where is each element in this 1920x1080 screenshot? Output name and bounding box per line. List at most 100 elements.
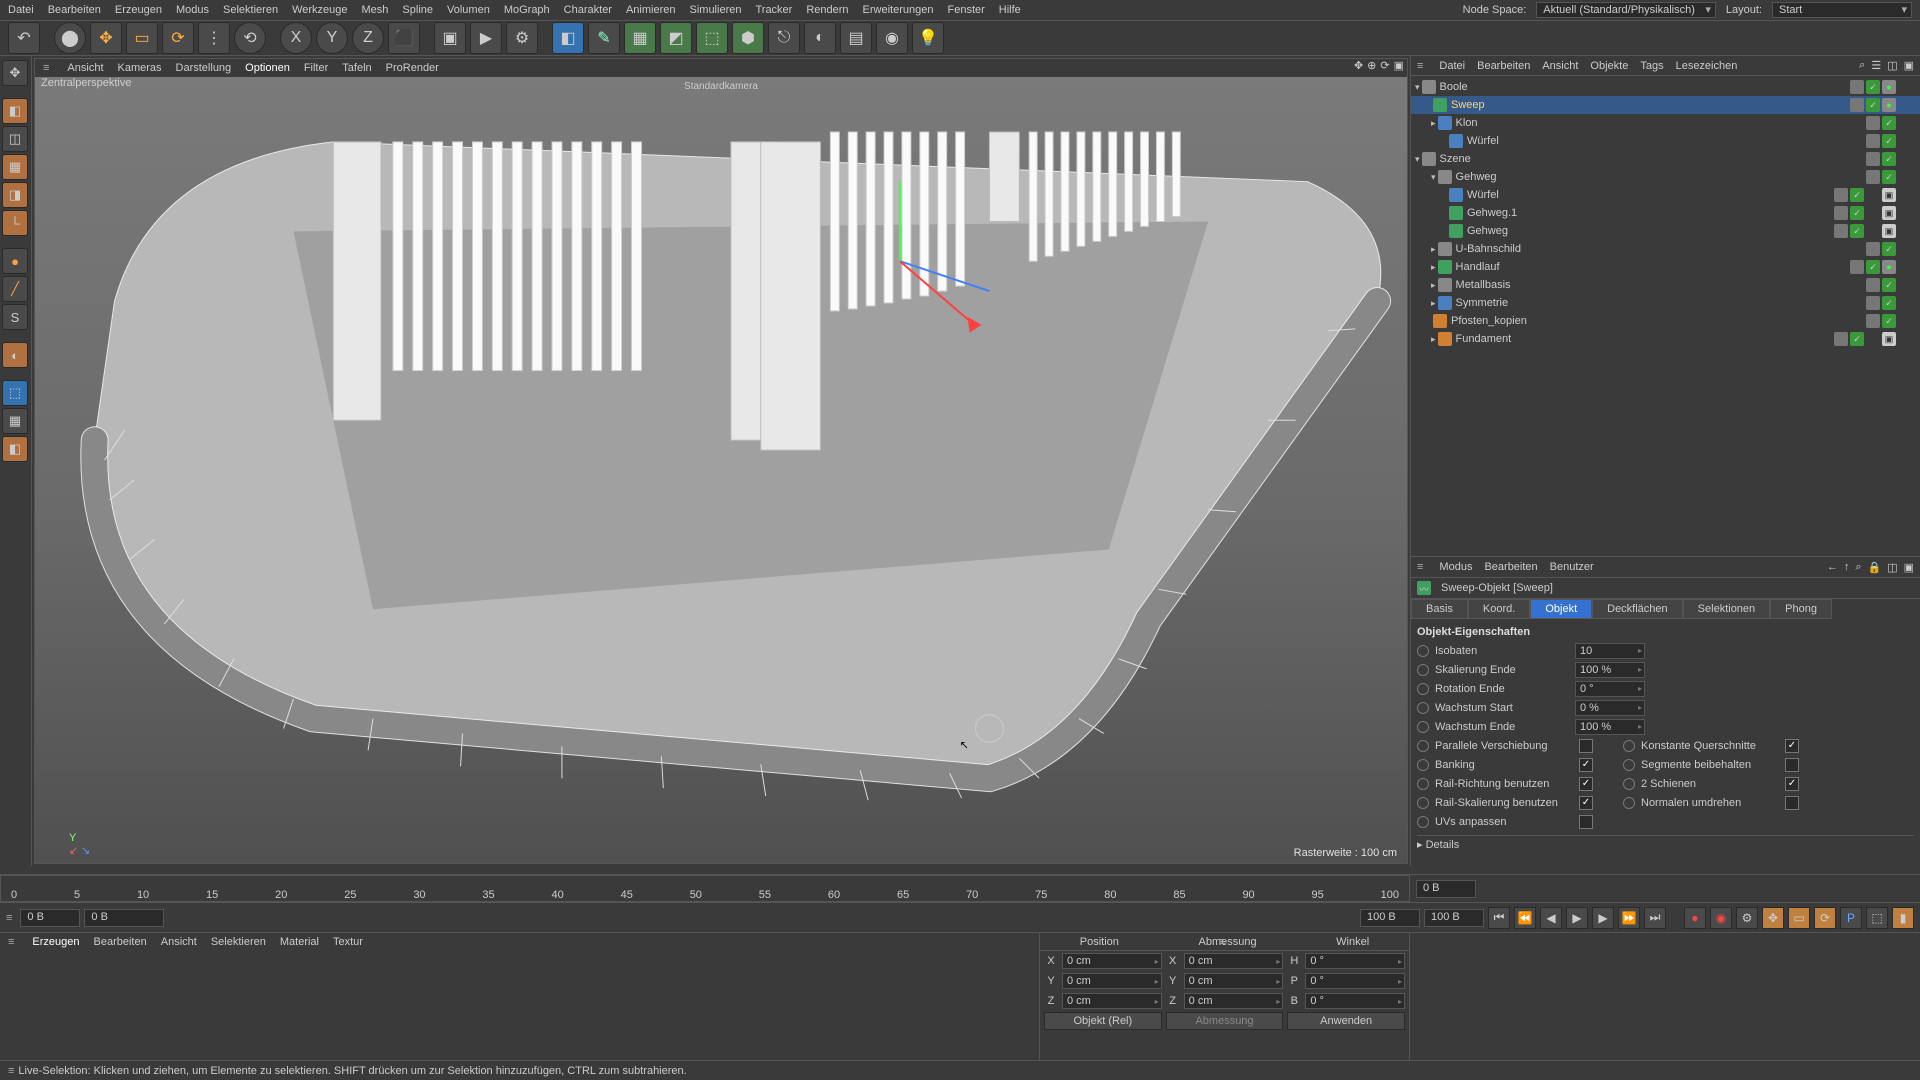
object-name[interactable]: Klon xyxy=(1456,117,1478,129)
coord-field[interactable]: 0 ° xyxy=(1305,993,1405,1009)
tag-icon[interactable] xyxy=(1866,170,1880,184)
tag-icon[interactable] xyxy=(1834,188,1848,202)
timeline-start[interactable]: 0 B xyxy=(20,909,80,927)
key-rot[interactable]: ⟳ xyxy=(1814,907,1836,929)
attr-tab[interactable]: Basis xyxy=(1411,599,1468,619)
bookmark-icon[interactable]: ◫ xyxy=(1887,59,1897,72)
menu-item[interactable]: Datei xyxy=(8,4,34,16)
coord-field[interactable]: 0 cm xyxy=(1184,973,1284,989)
obj-menu-item[interactable]: Lesezeichen xyxy=(1676,60,1738,72)
tag-icon[interactable] xyxy=(1866,134,1880,148)
tweak-mode[interactable]: ◐ xyxy=(2,342,28,368)
menu-item[interactable]: Modus xyxy=(176,4,209,16)
object-name[interactable]: Gehweg xyxy=(1467,225,1508,237)
tag-icon[interactable]: ✓ xyxy=(1882,116,1896,130)
vp-menu-item[interactable]: Optionen xyxy=(245,62,290,74)
burger-icon[interactable]: ≡ xyxy=(6,912,12,924)
menu-item[interactable]: Erzeugen xyxy=(115,4,162,16)
object-row[interactable]: Sweep✓● xyxy=(1411,96,1920,114)
attr-checkbox[interactable] xyxy=(1785,758,1799,772)
vp-nav-icon[interactable]: ✥ xyxy=(1354,59,1363,72)
tag-icon[interactable]: ✓ xyxy=(1882,296,1896,310)
scale-tool[interactable]: ▭ xyxy=(126,22,158,54)
key-pla[interactable]: ⬚ xyxy=(1866,907,1888,929)
attr-value[interactable]: 100 % xyxy=(1575,662,1645,678)
menu-item[interactable]: Selektieren xyxy=(223,4,278,16)
object-row[interactable]: Gehweg✓▣ xyxy=(1411,222,1920,240)
object-tree[interactable]: ▾Boole✓●Sweep✓●▸Klon✓Würfel✓▾Szene✓▾Gehw… xyxy=(1411,76,1920,556)
attr-tab[interactable]: Koord. xyxy=(1468,599,1530,619)
anim-dot[interactable] xyxy=(1417,797,1429,809)
tag-icon[interactable]: ✓ xyxy=(1882,242,1896,256)
object-row[interactable]: Gehweg.1✓▣ xyxy=(1411,204,1920,222)
anim-dot[interactable] xyxy=(1417,816,1429,828)
mat-menu-item[interactable]: Material xyxy=(280,936,319,948)
anim-dot[interactable] xyxy=(1623,778,1635,790)
tag-icon[interactable]: ✓ xyxy=(1882,278,1896,292)
object-row[interactable]: ▾Boole✓● xyxy=(1411,78,1920,96)
tag-icon[interactable] xyxy=(1866,314,1880,328)
expand-icon[interactable]: ▸ xyxy=(1431,118,1436,129)
obj-menu-item[interactable]: Tags xyxy=(1640,60,1663,72)
anim-dot[interactable] xyxy=(1417,645,1429,657)
attr-checkbox[interactable]: ✓ xyxy=(1579,796,1593,810)
filter-icon[interactable]: ☰ xyxy=(1871,59,1881,72)
object-row[interactable]: ▸Symmetrie✓ xyxy=(1411,294,1920,312)
tag-icon[interactable]: ✓ xyxy=(1866,260,1880,274)
vp-menu-item[interactable]: Darstellung xyxy=(176,62,232,74)
menu-item[interactable]: Werkzeuge xyxy=(292,4,347,16)
attr-checkbox[interactable]: ✓ xyxy=(1579,758,1593,772)
tag-icon[interactable] xyxy=(1834,224,1848,238)
tag-icon[interactable]: ✓ xyxy=(1850,206,1864,220)
menu-item[interactable]: Tracker xyxy=(755,4,792,16)
tag-icon[interactable]: ▣ xyxy=(1882,332,1896,346)
expand-icon[interactable]: ▸ xyxy=(1431,262,1436,273)
key-scale[interactable]: ▭ xyxy=(1788,907,1810,929)
cube-primitive[interactable]: ◧ xyxy=(552,22,584,54)
coord-field[interactable]: 0 cm xyxy=(1062,993,1162,1009)
point-mode[interactable]: ● xyxy=(2,248,28,274)
goto-start[interactable]: ⏮ xyxy=(1488,907,1510,929)
expand-icon[interactable]: ▾ xyxy=(1431,172,1436,183)
key-selection[interactable]: ⚙ xyxy=(1736,907,1758,929)
poly-mode[interactable]: S xyxy=(2,304,28,330)
tag-icon[interactable]: ✓ xyxy=(1866,98,1880,112)
obj-menu-item[interactable]: Bearbeiten xyxy=(1477,60,1530,72)
goto-end[interactable]: ⏭ xyxy=(1644,907,1666,929)
vp-menu-item[interactable]: Tafeln xyxy=(342,62,371,74)
step-back-key[interactable]: ⏪ xyxy=(1514,907,1536,929)
attr-value[interactable]: 100 % xyxy=(1575,719,1645,735)
mat-menu-item[interactable]: Bearbeiten xyxy=(94,936,147,948)
node-space-dropdown[interactable]: Aktuell (Standard/Physikalisch) xyxy=(1536,2,1716,18)
snap-toggle[interactable]: ⬚ xyxy=(2,380,28,406)
move-tool[interactable]: ✥ xyxy=(90,22,122,54)
coord-field[interactable]: 0 cm xyxy=(1062,973,1162,989)
timeline-frame[interactable]: 0 B xyxy=(1416,880,1476,898)
render-settings[interactable]: ⚙ xyxy=(506,22,538,54)
attr-tab[interactable]: Phong xyxy=(1770,599,1832,619)
coord-mode1[interactable]: Objekt (Rel) xyxy=(1044,1012,1162,1030)
menu-item[interactable]: Animieren xyxy=(626,4,676,16)
burger-icon[interactable]: ≡ xyxy=(8,1065,14,1077)
tag-icon[interactable]: ✓ xyxy=(1882,152,1896,166)
tag-icon[interactable]: ● xyxy=(1882,98,1896,112)
layout-dropdown[interactable]: Start xyxy=(1772,2,1912,18)
rotate-tool[interactable]: ⟳ xyxy=(162,22,194,54)
tag-icon[interactable] xyxy=(1834,206,1848,220)
attr-menu-item[interactable]: Bearbeiten xyxy=(1484,561,1537,573)
up-icon[interactable]: ↑ xyxy=(1844,561,1850,574)
workplane-mode[interactable]: ▦ xyxy=(2,154,28,180)
tag-icon[interactable] xyxy=(1866,296,1880,310)
make-editable[interactable]: ✥ xyxy=(2,60,28,86)
object-name[interactable]: U-Bahnschild xyxy=(1456,243,1521,255)
attr-checkbox[interactable]: ✓ xyxy=(1785,739,1799,753)
tag-icon[interactable]: ✓ xyxy=(1882,314,1896,328)
object-row[interactable]: ▸Metallbasis✓ xyxy=(1411,276,1920,294)
generator-array[interactable]: ⬚ xyxy=(696,22,728,54)
menu-item[interactable]: Hilfe xyxy=(999,4,1021,16)
step-back[interactable]: ◀ xyxy=(1540,907,1562,929)
light-bulb[interactable]: 💡 xyxy=(912,22,944,54)
object-name[interactable]: Szene xyxy=(1440,153,1471,165)
snap-settings[interactable]: ▦ xyxy=(2,408,28,434)
lock-icon[interactable]: 🔒 xyxy=(1867,561,1881,574)
